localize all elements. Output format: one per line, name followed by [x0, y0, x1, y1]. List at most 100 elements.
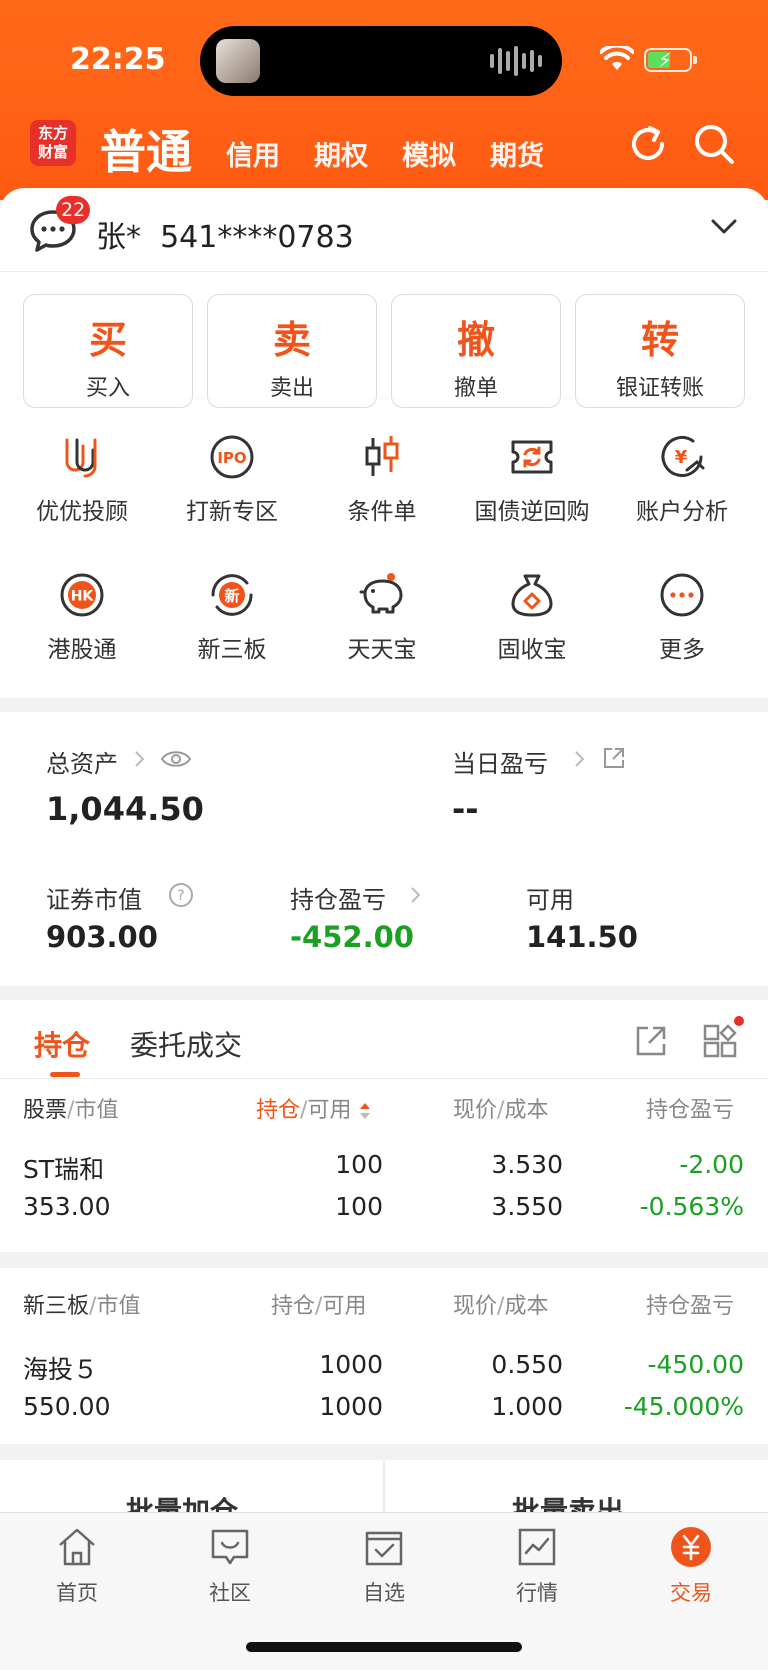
chevron-down-icon[interactable] [710, 218, 738, 236]
asset-summary: 总资产 1,044.50 当日盈亏 -- 证券市值 ? 903.00 持仓盈亏 … [0, 712, 768, 986]
cancel-glyph: 撤 [456, 318, 495, 362]
header-pl: 持仓盈亏 [646, 1294, 735, 1319]
stock-name: 海投５ [23, 1355, 99, 1384]
feature-account-analysis[interactable]: ¥ 账户分析 [607, 432, 757, 526]
new-icon-text: 新 [224, 587, 239, 605]
tab-orders-trades[interactable]: 委托成交 [130, 1024, 242, 1064]
help-icon[interactable]: ? [168, 882, 194, 908]
stock-available: 1000 [319, 1392, 383, 1421]
col-pl-header: 持仓盈亏 [646, 1092, 746, 1124]
col-hold-header[interactable]: 持仓/可用 [256, 1092, 372, 1124]
tab-credit[interactable]: 信用 [226, 134, 280, 173]
new-third-board-icon: 新 [211, 574, 253, 616]
tab-simulation[interactable]: 模拟 [402, 134, 456, 173]
daily-pl-value: -- [452, 790, 479, 828]
total-assets-label[interactable]: 总资产 [46, 744, 118, 779]
feature-bond-repo[interactable]: 国债逆回购 [457, 432, 607, 526]
header-market-value: 市值 [96, 1294, 141, 1319]
feature-label: 打新专区 [186, 499, 278, 525]
header-price: 现价 [453, 1098, 498, 1123]
stock-price: 3.530 [491, 1150, 563, 1179]
tab-positions[interactable]: 持仓 [34, 1024, 90, 1064]
chevron-right-icon[interactable] [574, 750, 586, 768]
nav-trade[interactable]: 交易 [636, 1525, 746, 1607]
feature-label: 条件单 [347, 499, 417, 525]
feature-conditional-order[interactable]: 条件单 [307, 432, 457, 526]
stock-pl-pct: -45.000% [623, 1392, 744, 1421]
logo-line-2: 财富 [37, 143, 68, 161]
market-icon [518, 1528, 556, 1566]
stock-cost: 3.550 [491, 1192, 563, 1221]
tab-options[interactable]: 期权 [314, 134, 368, 173]
nav-label: 首页 [56, 1581, 98, 1605]
bond-repo-icon [511, 440, 553, 474]
new-third-board-panel: 新三板/市值 持仓/可用 现价/成本 持仓盈亏 海投５ 550.00 1000 … [0, 1268, 768, 1444]
daily-pl-label[interactable]: 当日盈亏 [452, 744, 548, 779]
more-icon [660, 573, 704, 617]
bank-transfer-button[interactable]: 转 银证转账 [575, 294, 745, 408]
tab-futures[interactable]: 期货 [490, 134, 544, 173]
uu-advisor-icon [65, 438, 97, 478]
tab-normal[interactable]: 普通 [100, 116, 192, 182]
market-value-label: 证券市值 [46, 886, 142, 914]
nav-watchlist[interactable]: 自选 [329, 1525, 439, 1607]
chevron-right-icon[interactable] [134, 750, 146, 768]
external-link-icon[interactable] [634, 1024, 668, 1058]
cancel-order-button[interactable]: 撤 撤单 [391, 294, 561, 408]
nav-home[interactable]: 首页 [22, 1525, 132, 1607]
grid-layout-icon[interactable] [702, 1016, 744, 1058]
positions-panel: 持仓 委托成交 股票/市值 持仓/可用 现价/成本 持仓盈亏 ST瑞和 353.… [0, 1000, 768, 1252]
col-hold-header: 持仓/可用 [271, 1294, 367, 1319]
header-price: 现价 [453, 1294, 498, 1319]
svg-text:?: ? [177, 888, 184, 904]
now-playing-avatar [216, 39, 260, 83]
stock-pl: -2.00 [679, 1150, 744, 1179]
stock-hold: 100 [335, 1150, 383, 1179]
sell-label: 卖出 [269, 376, 314, 401]
transfer-label: 银证转账 [615, 376, 704, 401]
nav-community[interactable]: 社区 [175, 1525, 285, 1607]
nav-market[interactable]: 行情 [482, 1525, 592, 1607]
eye-icon[interactable] [160, 748, 192, 770]
feature-more[interactable]: 更多 [607, 570, 757, 664]
audio-wave-icon [490, 46, 542, 76]
feature-tiantianbao[interactable]: 天天宝 [307, 570, 457, 664]
hk-icon: HK [60, 573, 104, 617]
total-assets-value: 1,044.50 [46, 790, 204, 828]
nav-label: 交易 [670, 1581, 712, 1605]
header-pl: 持仓盈亏 [646, 1098, 735, 1123]
available-value: 141.50 [526, 920, 638, 954]
header-hold: 持仓 [271, 1294, 316, 1319]
header-market-value: 市值 [74, 1098, 119, 1123]
stock-price: 0.550 [491, 1350, 563, 1379]
stock-pl: -450.00 [647, 1350, 745, 1379]
share-icon[interactable] [602, 746, 626, 770]
col-stock-header: 新三板/市值 [23, 1294, 141, 1319]
feature-label: 港股通 [47, 637, 117, 663]
account-selector[interactable]: 22 张* 541****0783 [0, 188, 768, 272]
col-pl-header: 持仓盈亏 [646, 1288, 746, 1320]
feature-label: 天天宝 [347, 637, 417, 663]
position-pl-label[interactable]: 持仓盈亏 [290, 880, 386, 915]
home-icon [59, 1528, 95, 1566]
feature-hk-connect[interactable]: HK 港股通 [7, 570, 157, 664]
sort-icon[interactable] [358, 1101, 372, 1121]
feature-uu-advisor[interactable]: 优优投顾 [7, 432, 157, 526]
nav-label: 社区 [209, 1581, 251, 1605]
dynamic-island [200, 26, 562, 96]
search-icon[interactable] [692, 122, 736, 166]
feature-ipo[interactable]: IPO 打新专区 [157, 432, 307, 526]
refresh-icon[interactable] [626, 122, 670, 166]
sell-button[interactable]: 卖 卖出 [207, 294, 377, 408]
community-icon [211, 1529, 249, 1565]
yuan-chart-icon: ¥ [661, 436, 705, 477]
ipo-icon-text: IPO [217, 449, 246, 467]
market-value: 903.00 [46, 920, 158, 954]
header-stock: 新三板 [23, 1294, 90, 1319]
buy-button[interactable]: 买 买入 [23, 294, 193, 408]
feature-gushoubao[interactable]: 固收宝 [457, 570, 607, 664]
feature-new-third-board[interactable]: 新 新三板 [157, 570, 307, 664]
chevron-right-icon[interactable] [410, 886, 422, 904]
active-tab-indicator [50, 1072, 80, 1077]
stock-available: 100 [335, 1192, 383, 1221]
